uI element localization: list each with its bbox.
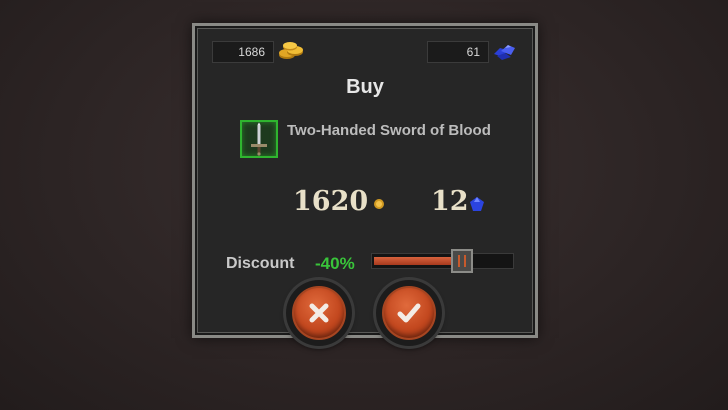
blue-gem-pile-icon — [494, 45, 515, 60]
confirm-button[interactable] — [376, 280, 442, 346]
discount-slider-handle[interactable] — [451, 249, 473, 273]
blue-gem-icon — [470, 197, 484, 211]
cancel-button[interactable] — [286, 280, 352, 346]
discount-value: -40% — [315, 254, 355, 273]
gold-coin-stack-icon — [279, 42, 303, 59]
discount-slider-fill — [374, 257, 453, 265]
gold-balance-value: 1686 — [238, 45, 265, 59]
gold-coin-icon — [374, 199, 384, 209]
gem-balance: 61 — [427, 41, 489, 63]
sword-icon — [251, 122, 267, 156]
gold-price: 1620 — [293, 186, 369, 217]
checkmark-icon — [397, 303, 421, 323]
gem-price: 12 — [431, 186, 469, 217]
grip-icon — [458, 255, 466, 267]
gold-balance: 1686 — [212, 41, 274, 63]
buy-dialog: 1686 61 Buy Two-Handed Sword of Blood 16… — [192, 23, 538, 338]
item-icon-frame — [240, 120, 278, 158]
gem-balance-value: 61 — [466, 45, 480, 59]
close-icon — [309, 303, 329, 323]
cancel-button-face — [292, 286, 346, 340]
discount-label: Discount — [226, 255, 295, 272]
discount-slider[interactable] — [371, 249, 514, 273]
dialog-title: Buy — [346, 76, 384, 98]
confirm-button-face — [382, 286, 436, 340]
item-name: Two-Handed Sword of Blood — [287, 122, 491, 139]
